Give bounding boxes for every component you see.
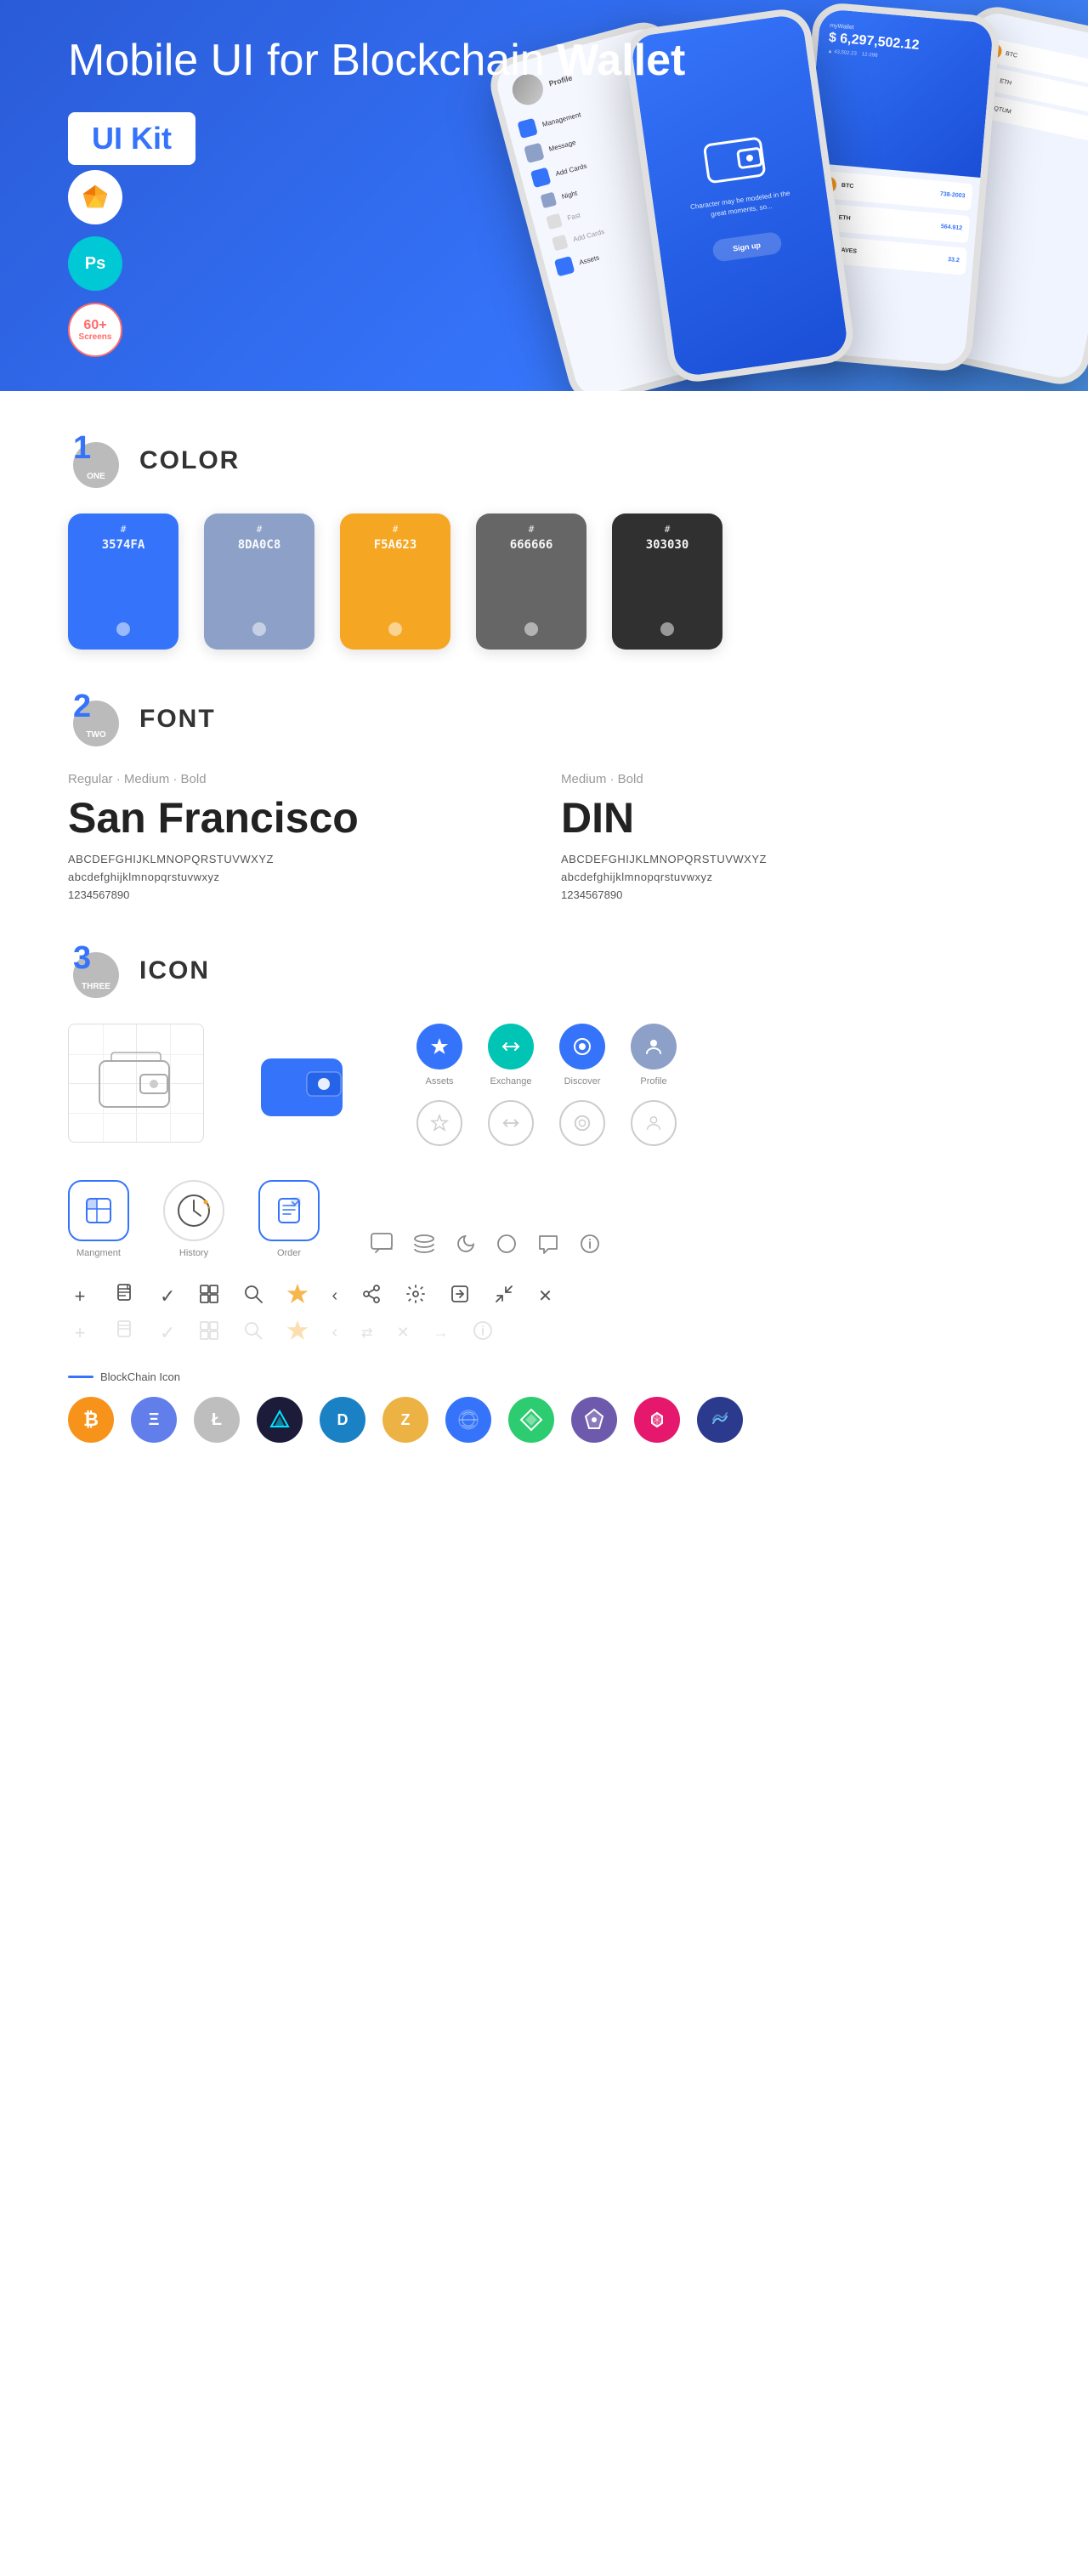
misc-icons-group <box>371 1233 600 1258</box>
exchange-icon-outline <box>488 1100 534 1146</box>
discover-icon <box>559 1024 605 1070</box>
resize-icon <box>494 1284 514 1308</box>
moon-icon <box>456 1234 476 1258</box>
screens-badge: 60+ Screens <box>68 303 122 357</box>
hero-section: Mobile UI for Blockchain Wallet UI Kit P… <box>0 0 1088 391</box>
export-icon <box>450 1284 470 1308</box>
nav-icons-row-outline <box>416 1100 677 1146</box>
tool-icons-row-inactive: + ✓ ‹ ⇄ ✕ → <box>68 1320 1020 1345</box>
icon-display-row: Assets Exchange <box>68 1024 1020 1146</box>
wallet-wireframe-outer <box>68 1024 204 1143</box>
check-icon: ✓ <box>160 1285 175 1308</box>
search-icon <box>243 1284 264 1308</box>
info-icon <box>580 1234 600 1258</box>
assets-icon-outline <box>416 1100 462 1146</box>
order-icon-item: Order <box>258 1180 320 1258</box>
matic-icon <box>634 1397 680 1443</box>
nav-icons-row-filled: Assets Exchange <box>416 1024 677 1087</box>
color-swatch-dark: # 303030 <box>612 513 722 650</box>
font-din: Medium · Bold DIN ABCDEFGHIJKLMNOPQRSTUV… <box>561 772 1020 901</box>
color-section-header: 1 ONE COLOR <box>68 434 1020 488</box>
info-icon-dim <box>473 1320 493 1345</box>
arrows-dim: ⇄ <box>361 1325 372 1342</box>
search-icon-dim <box>243 1320 264 1345</box>
color-swatch-gray: # 666666 <box>476 513 586 650</box>
hero-title: Mobile UI for Blockchain Wallet <box>68 34 685 87</box>
main-content: 1 ONE COLOR # 3574FA # 8DA0C8 # F5A623 #… <box>0 434 1088 1443</box>
profile-icon-item: Profile <box>631 1024 677 1087</box>
document-icon <box>116 1284 136 1308</box>
verge-icon <box>571 1397 617 1443</box>
discover-icon-outline <box>559 1100 605 1146</box>
chevron-left-dim: ‹ <box>332 1323 337 1342</box>
management-icon-item: Mangment <box>68 1180 129 1258</box>
grid-icon-dim <box>199 1320 219 1345</box>
color-swatches-container: # 3574FA # 8DA0C8 # F5A623 # 666666 # 30… <box>68 513 1020 650</box>
icon-crypto-icon <box>257 1397 303 1443</box>
star-icon-yellow <box>287 1284 308 1308</box>
circle-icon <box>496 1234 517 1258</box>
blockchain-icon-label: BlockChain Icon <box>68 1370 1020 1383</box>
share-icon <box>361 1284 382 1308</box>
layers-icon <box>413 1234 435 1258</box>
chevron-left-icon: ‹ <box>332 1286 337 1306</box>
ps-badge: Ps <box>68 236 122 291</box>
ui-kit-badge: UI Kit <box>68 112 196 165</box>
font-grid: Regular · Medium · Bold San Francisco AB… <box>68 772 1020 901</box>
assets-icon <box>416 1024 462 1070</box>
plus-icon-dim: + <box>68 1322 92 1344</box>
section-number-2: 2 TWO <box>68 692 122 746</box>
plus-icon: + <box>68 1285 92 1308</box>
chat-icon <box>371 1233 393 1258</box>
ethereum-icon: Ξ <box>131 1397 177 1443</box>
app-icons-row: Mangment History <box>68 1180 1020 1258</box>
check-icon-dim: ✓ <box>160 1322 175 1344</box>
exchange-icon-item: Exchange <box>488 1024 534 1087</box>
close-icon: ✕ <box>538 1285 552 1307</box>
zcash-icon: Z <box>382 1397 428 1443</box>
document-icon-dim <box>116 1320 136 1345</box>
section-number-3: 3 THREE <box>68 944 122 998</box>
assets-icon-item: Assets <box>416 1024 462 1087</box>
gear-icon <box>405 1284 426 1308</box>
nav-icons-colored: Assets Exchange <box>416 1024 677 1146</box>
management-icon <box>68 1180 129 1241</box>
history-icon <box>163 1180 224 1241</box>
dash-icon: D <box>320 1397 366 1443</box>
color-swatch-blue: # 3574FA <box>68 513 178 650</box>
profile-icon <box>631 1024 677 1070</box>
order-icon <box>258 1180 320 1241</box>
star-icon-dim <box>287 1320 308 1345</box>
color-swatch-grayblue: # 8DA0C8 <box>204 513 314 650</box>
font-section-header: 2 TWO FONT <box>68 692 1020 746</box>
wallet-icon-colored <box>246 1024 357 1143</box>
sketch-badge <box>68 170 122 224</box>
misc-icons-row-1 <box>371 1233 600 1258</box>
color-swatch-orange: # F5A623 <box>340 513 450 650</box>
grid-icon <box>199 1284 219 1308</box>
icon-section-header: 3 THREE ICON <box>68 944 1020 998</box>
bitcoin-icon: ₿ <box>68 1397 114 1443</box>
discover-icon-item: Discover <box>559 1024 605 1087</box>
arrow-right-dim: → <box>434 1324 449 1342</box>
tool-icons-row-active: + ✓ ‹ ✕ <box>68 1284 1020 1308</box>
font-san-francisco: Regular · Medium · Bold San Francisco AB… <box>68 772 527 901</box>
grid-coin-icon <box>445 1397 491 1443</box>
exchange-icon <box>488 1024 534 1070</box>
profile-icon-outline <box>631 1100 677 1146</box>
augur-icon <box>508 1397 554 1443</box>
history-icon-item: History <box>163 1180 224 1258</box>
x-dim: ✕ <box>397 1324 410 1342</box>
section-number-1: 1 ONE <box>68 434 122 488</box>
crypto-icons-row: ₿ Ξ Ł D Z <box>68 1397 1020 1443</box>
nano-icon <box>697 1397 743 1443</box>
litecoin-icon: Ł <box>194 1397 240 1443</box>
chat-bubble-icon <box>537 1234 559 1258</box>
